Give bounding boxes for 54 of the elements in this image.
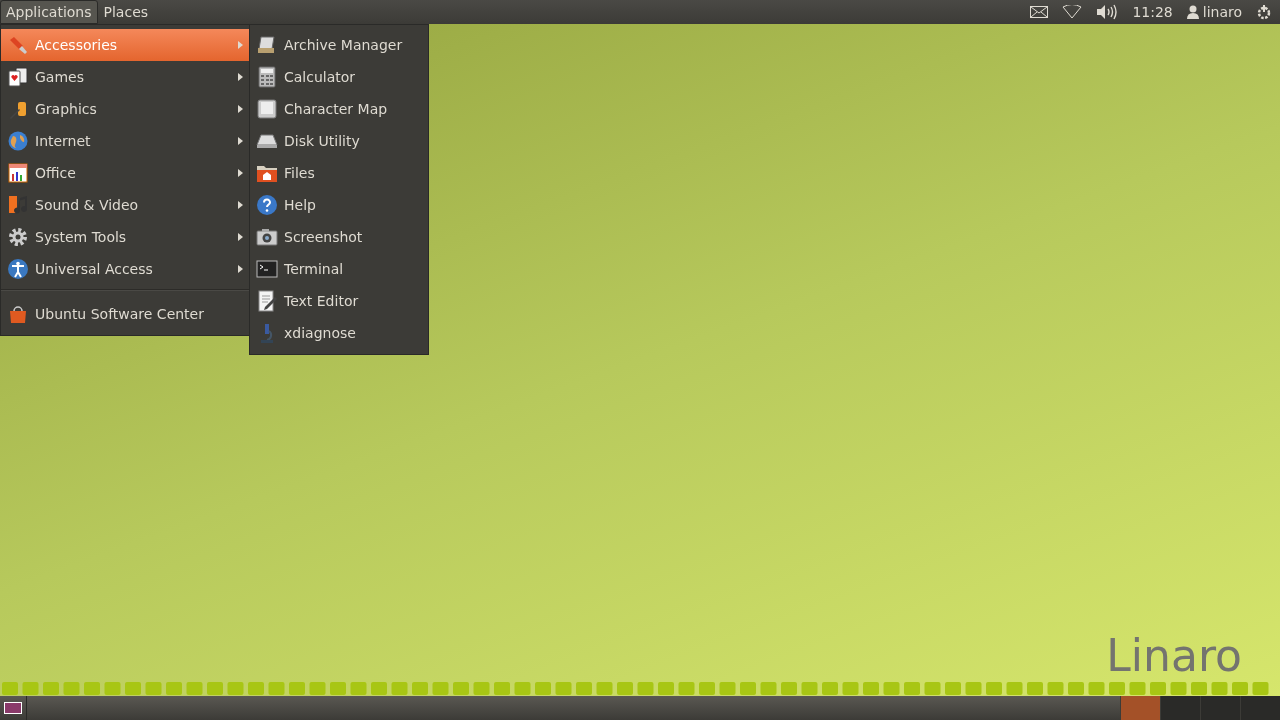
- gear-icon: [7, 226, 29, 248]
- menu-item[interactable]: Calculator: [250, 61, 428, 93]
- volume-icon[interactable]: [1096, 4, 1119, 20]
- person-icon: [1186, 5, 1199, 19]
- workspace-switcher-cell[interactable]: [1200, 696, 1240, 720]
- show-desktop-icon[interactable]: [4, 702, 22, 714]
- wifi-icon[interactable]: [1062, 5, 1083, 19]
- playing-cards-icon: [7, 66, 29, 88]
- menu-item[interactable]: Graphics: [1, 93, 249, 125]
- globe-icon: [7, 130, 29, 152]
- workspace-switcher-cell[interactable]: [1240, 696, 1280, 720]
- user-name[interactable]: linaro: [1202, 4, 1242, 20]
- menu-item[interactable]: Universal Access: [1, 253, 249, 285]
- menu-item[interactable]: Character Map: [250, 93, 428, 125]
- submenu-arrow-icon: [238, 265, 243, 273]
- menu-item[interactable]: Files: [250, 157, 428, 189]
- submenu-arrow-icon: [238, 201, 243, 209]
- submenu-arrow-icon: [238, 41, 243, 49]
- menu-item[interactable]: System Tools: [1, 221, 249, 253]
- wallpaper-logo-text: Linaro: [1106, 634, 1242, 678]
- submenu-arrow-icon: [238, 137, 243, 145]
- clock[interactable]: 11:28: [1132, 4, 1173, 20]
- menu-item[interactable]: Office: [1, 157, 249, 189]
- menu-item[interactable]: Sound & Video: [1, 189, 249, 221]
- submenu-arrow-icon: [238, 73, 243, 81]
- envelope-icon[interactable]: [1030, 6, 1049, 18]
- panel-menu[interactable]: Applications: [0, 0, 98, 24]
- calculator-icon: [256, 66, 278, 88]
- menu-item[interactable]: Terminal: [250, 253, 428, 285]
- camera-icon: [256, 226, 278, 248]
- submenu-arrow-icon: [238, 233, 243, 241]
- menu-item[interactable]: Games: [1, 61, 249, 93]
- accessibility-icon: [7, 258, 29, 280]
- archive-box-icon: [256, 34, 278, 56]
- film-and-note-icon: [7, 194, 29, 216]
- submenu-arrow-icon: [238, 105, 243, 113]
- menu-item[interactable]: Text Editor: [250, 285, 428, 317]
- menu-item[interactable]: Internet: [1, 125, 249, 157]
- workspace-switcher-cell[interactable]: [1160, 696, 1200, 720]
- terminal-icon: [256, 258, 278, 280]
- spreadsheet-icon: [7, 162, 29, 184]
- submenu-arrow-icon: [238, 169, 243, 177]
- menu-item[interactable]: xdiagnose: [250, 317, 428, 349]
- workspace-switcher-cell[interactable]: [1120, 696, 1160, 720]
- document-with-pen-icon: [256, 290, 278, 312]
- power-gear-icon[interactable]: [1256, 4, 1272, 20]
- menu-item[interactable]: Help: [250, 189, 428, 221]
- panel-menu[interactable]: Places: [97, 0, 155, 24]
- shopping-bag-icon: [7, 303, 29, 325]
- menu-item[interactable]: Ubuntu Software Center: [1, 295, 249, 333]
- menu-item[interactable]: Disk Utility: [250, 125, 428, 157]
- help-icon: [256, 194, 278, 216]
- menu-item[interactable]: Archive Manager: [250, 29, 428, 61]
- menu-item[interactable]: Screenshot: [250, 221, 428, 253]
